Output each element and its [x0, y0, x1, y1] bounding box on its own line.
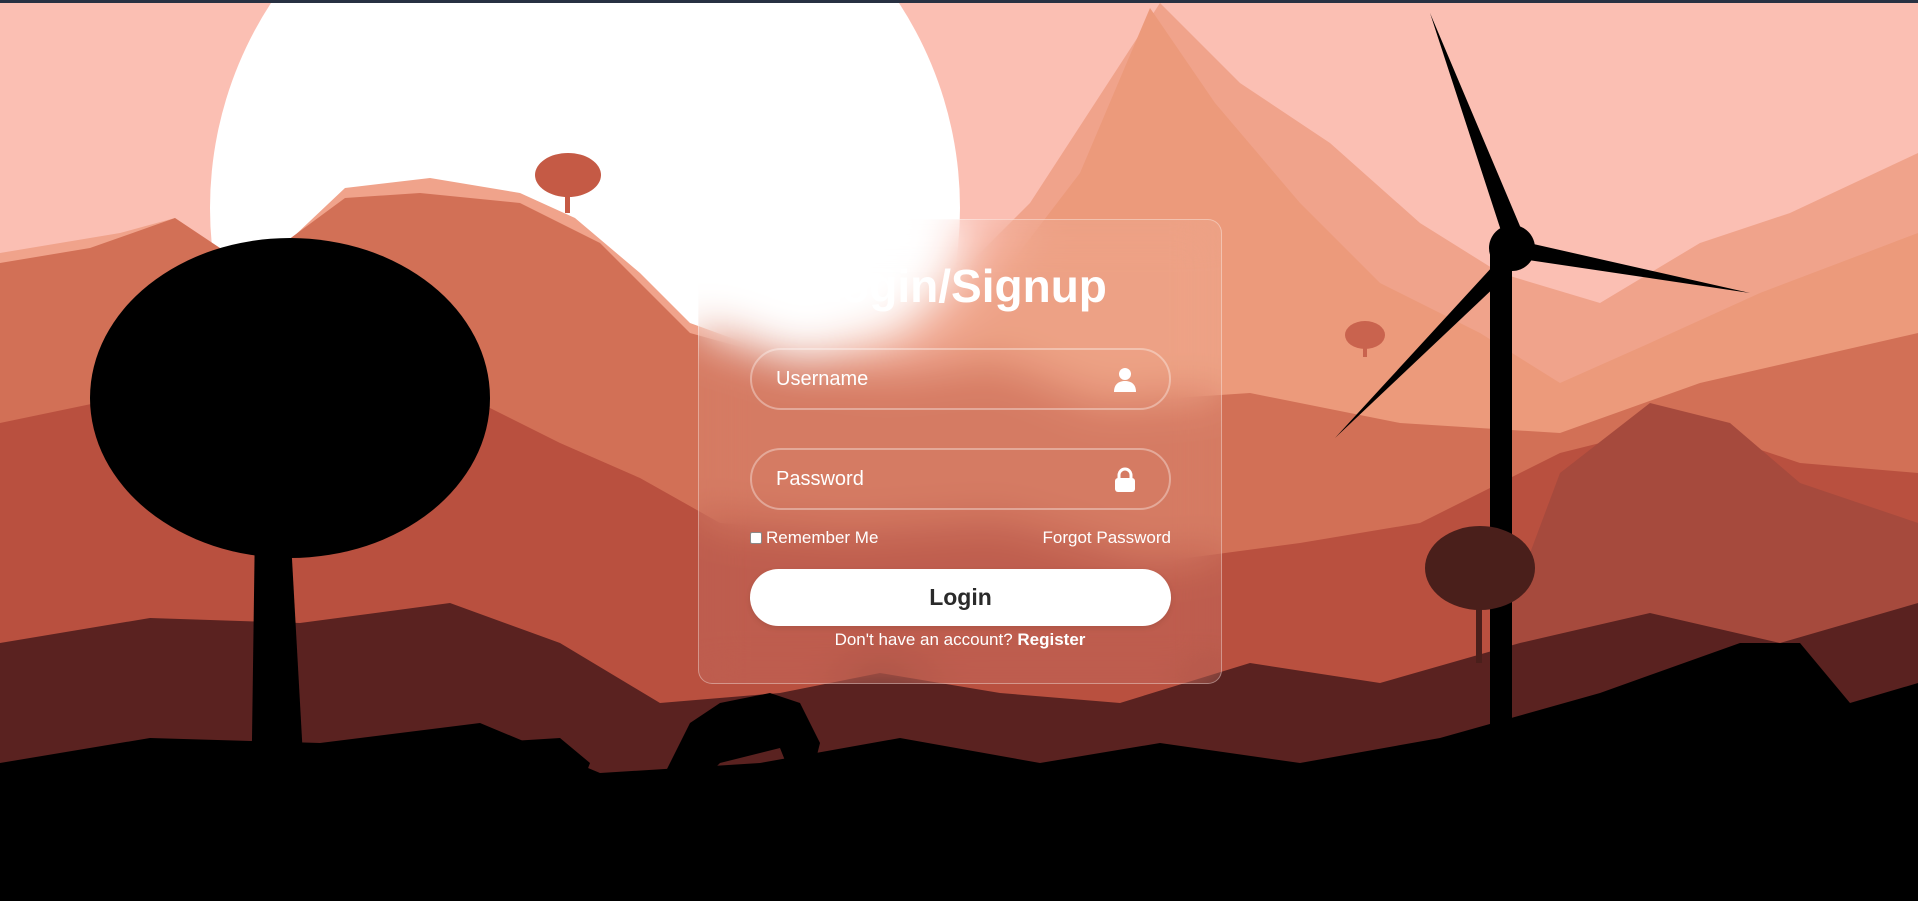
register-prompt: Don't have an account?	[834, 630, 1013, 649]
login-card: Login/Signup Remember Me Forgot Password…	[698, 219, 1222, 684]
password-field-container	[750, 448, 1171, 510]
remember-me-checkbox[interactable]: Remember Me	[750, 528, 878, 548]
page-title: Login/Signup	[813, 260, 1107, 312]
register-link[interactable]: Register	[1017, 630, 1085, 649]
lock-icon	[1113, 467, 1137, 493]
user-icon	[1113, 367, 1137, 393]
password-input[interactable]	[752, 450, 1169, 508]
forgot-password-link[interactable]: Forgot Password	[1043, 528, 1172, 548]
username-input[interactable]	[752, 350, 1169, 408]
remember-me-label: Remember Me	[766, 528, 879, 547]
login-button[interactable]: Login	[750, 569, 1171, 626]
checkbox-box[interactable]	[750, 532, 762, 544]
register-line: Don't have an account? Register	[699, 625, 1221, 655]
options-row: Remember Me Forgot Password	[750, 528, 1171, 550]
username-field-container	[750, 348, 1171, 410]
